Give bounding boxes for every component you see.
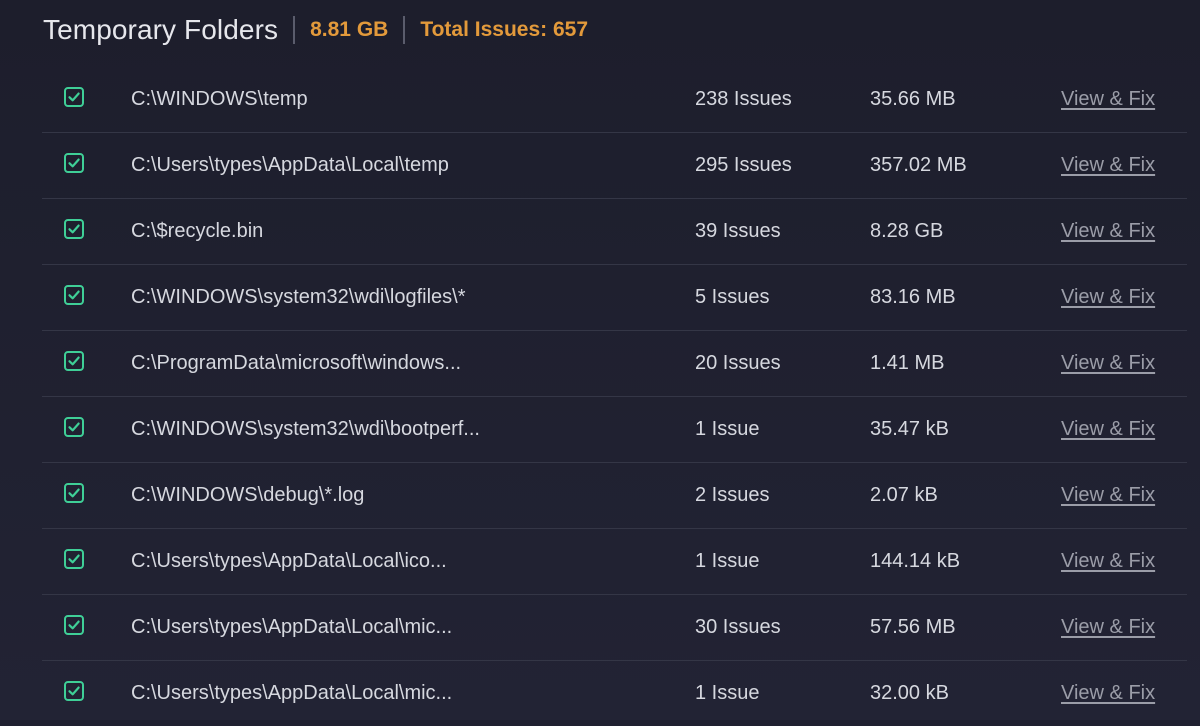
check-icon	[68, 356, 80, 366]
check-icon	[68, 92, 80, 102]
folder-size: 2.07 kB	[870, 484, 938, 506]
folder-list: C:\WINDOWS\temp 238 Issues 35.66 MB View…	[42, 67, 1187, 726]
folder-size: 32.00 kB	[870, 682, 949, 704]
folder-row: C:\Users\types\AppData\Local\mic... 30 I…	[42, 595, 1187, 661]
view-fix-link[interactable]: View & Fix	[1061, 397, 1155, 462]
folder-row: C:\WINDOWS\temp 238 Issues 35.66 MB View…	[42, 67, 1187, 133]
panel-header: Temporary Folders 8.81 GB Total Issues: …	[43, 10, 588, 50]
folder-size: 144.14 kB	[870, 550, 961, 572]
folder-size: 35.47 kB	[870, 418, 949, 440]
issue-count: 1 Issue	[695, 550, 760, 572]
folder-row: C:\Users\types\AppData\Local\mic... 1 Is…	[42, 661, 1187, 726]
folder-size: 83.16 MB	[870, 286, 956, 308]
view-fix-link[interactable]: View & Fix	[1061, 67, 1155, 132]
issue-count: 30 Issues	[695, 616, 781, 638]
header-divider	[403, 16, 406, 44]
folder-size: 35.66 MB	[870, 88, 956, 110]
view-fix-link[interactable]: View & Fix	[1061, 529, 1155, 594]
folder-path: C:\Users\types\AppData\Local\mic...	[131, 616, 453, 638]
issue-count: 39 Issues	[695, 220, 781, 242]
row-checkbox[interactable]	[64, 681, 84, 701]
view-fix-link[interactable]: View & Fix	[1061, 331, 1155, 396]
folder-row: C:\WINDOWS\system32\wdi\bootperf... 1 Is…	[42, 397, 1187, 463]
folder-path: C:\Users\types\AppData\Local\ico...	[131, 550, 447, 572]
issue-count: 238 Issues	[695, 88, 792, 110]
folder-row: C:\Users\types\AppData\Local\temp 295 Is…	[42, 133, 1187, 199]
check-icon	[68, 620, 80, 630]
folder-size: 1.41 MB	[870, 352, 945, 374]
temporary-folders-panel: Temporary Folders 8.81 GB Total Issues: …	[0, 0, 1200, 720]
folder-path: C:\WINDOWS\system32\wdi\bootperf...	[131, 418, 480, 440]
folder-row: C:\Users\types\AppData\Local\ico... 1 Is…	[42, 529, 1187, 595]
row-checkbox[interactable]	[64, 483, 84, 503]
folder-path: C:\WINDOWS\debug\*.log	[131, 484, 365, 506]
row-checkbox[interactable]	[64, 219, 84, 239]
row-checkbox[interactable]	[64, 549, 84, 569]
folder-path: C:\Users\types\AppData\Local\mic...	[131, 682, 453, 704]
issue-count: 5 Issues	[695, 286, 770, 308]
issue-count: 20 Issues	[695, 352, 781, 374]
view-fix-link[interactable]: View & Fix	[1061, 463, 1155, 528]
issue-count: 295 Issues	[695, 154, 792, 176]
row-checkbox[interactable]	[64, 615, 84, 635]
row-checkbox[interactable]	[64, 351, 84, 371]
row-checkbox[interactable]	[64, 417, 84, 437]
issue-count: 1 Issue	[695, 418, 760, 440]
folder-row: C:\ProgramData\microsoft\windows... 20 I…	[42, 331, 1187, 397]
check-icon	[68, 290, 80, 300]
check-icon	[68, 554, 80, 564]
folder-size: 8.28 GB	[870, 220, 944, 242]
row-checkbox[interactable]	[64, 87, 84, 107]
folder-size: 357.02 MB	[870, 154, 967, 176]
folder-path: C:\$recycle.bin	[131, 220, 264, 242]
check-icon	[68, 488, 80, 498]
row-checkbox[interactable]	[64, 153, 84, 173]
total-issues: Total Issues: 657	[420, 18, 589, 41]
folder-row: C:\WINDOWS\system32\wdi\logfiles\* 5 Iss…	[42, 265, 1187, 331]
folder-path: C:\WINDOWS\temp	[131, 88, 308, 110]
check-icon	[68, 224, 80, 234]
row-checkbox[interactable]	[64, 285, 84, 305]
folder-path: C:\WINDOWS\system32\wdi\logfiles\*	[131, 286, 466, 308]
view-fix-link[interactable]: View & Fix	[1061, 265, 1155, 330]
view-fix-link[interactable]: View & Fix	[1061, 595, 1155, 660]
check-icon	[68, 422, 80, 432]
total-size: 8.81 GB	[310, 18, 389, 41]
issue-count: 2 Issues	[695, 484, 770, 506]
header-divider	[293, 16, 296, 44]
folder-path: C:\Users\types\AppData\Local\temp	[131, 154, 449, 176]
folder-row: C:\WINDOWS\debug\*.log 2 Issues 2.07 kB …	[42, 463, 1187, 529]
view-fix-link[interactable]: View & Fix	[1061, 661, 1155, 726]
folder-path: C:\ProgramData\microsoft\windows...	[131, 352, 462, 374]
view-fix-link[interactable]: View & Fix	[1061, 133, 1155, 198]
check-icon	[68, 158, 80, 168]
panel-title: Temporary Folders	[43, 14, 279, 45]
issue-count: 1 Issue	[695, 682, 760, 704]
folder-size: 57.56 MB	[870, 616, 956, 638]
check-icon	[68, 686, 80, 696]
folder-row: C:\$recycle.bin 39 Issues 8.28 GB View &…	[42, 199, 1187, 265]
view-fix-link[interactable]: View & Fix	[1061, 199, 1155, 264]
